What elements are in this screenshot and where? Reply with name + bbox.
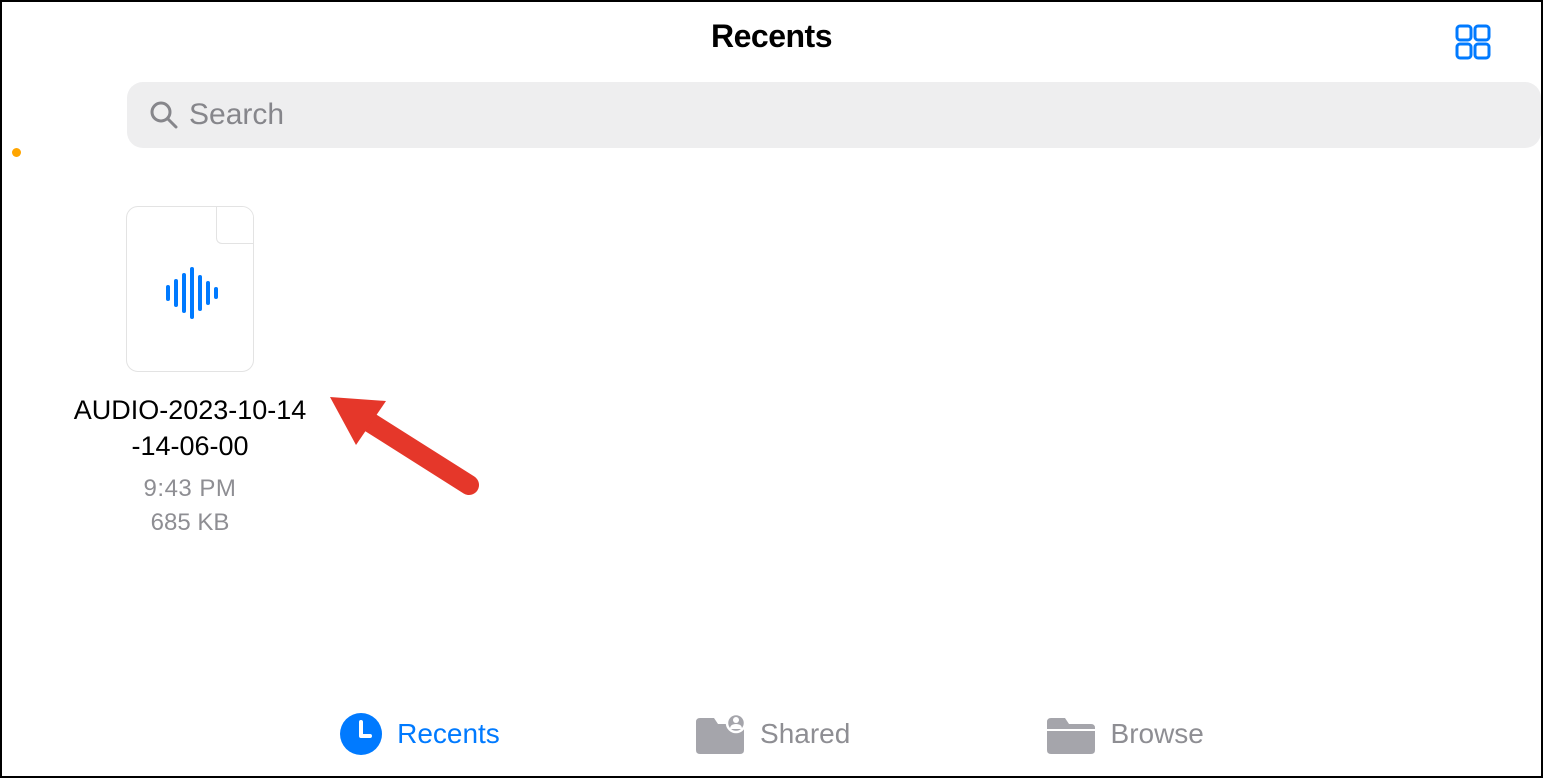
search-input[interactable] (189, 98, 1519, 132)
page-title: Recents (711, 18, 832, 55)
header: Recents (2, 2, 1541, 70)
clock-icon (339, 712, 383, 756)
bottom-tab-bar: Recents Shared Browse (2, 692, 1541, 776)
file-item[interactable]: AUDIO-2023-10-14-14-06-00 9:43 PM 685 KB (70, 206, 310, 537)
audio-waveform-icon (162, 265, 218, 321)
status-dot (12, 148, 21, 157)
tab-browse[interactable]: Browse (1045, 712, 1204, 756)
tab-recents-label: Recents (397, 718, 500, 750)
file-time: 9:43 PM (144, 475, 237, 503)
file-size: 685 KB (151, 509, 230, 537)
grid-view-icon (1453, 22, 1493, 62)
tab-shared[interactable]: Shared (694, 712, 850, 756)
shared-folder-icon (694, 712, 746, 756)
tab-browse-label: Browse (1111, 718, 1204, 750)
tab-recents[interactable]: Recents (339, 712, 500, 756)
file-thumbnail (126, 206, 254, 372)
file-name: AUDIO-2023-10-14-14-06-00 (70, 392, 310, 465)
search-bar[interactable] (127, 82, 1541, 148)
file-grid: AUDIO-2023-10-14-14-06-00 9:43 PM 685 KB (2, 148, 1541, 537)
folder-icon (1045, 712, 1097, 756)
search-icon (149, 100, 179, 130)
tab-shared-label: Shared (760, 718, 850, 750)
view-toggle-button[interactable] (1453, 22, 1493, 67)
